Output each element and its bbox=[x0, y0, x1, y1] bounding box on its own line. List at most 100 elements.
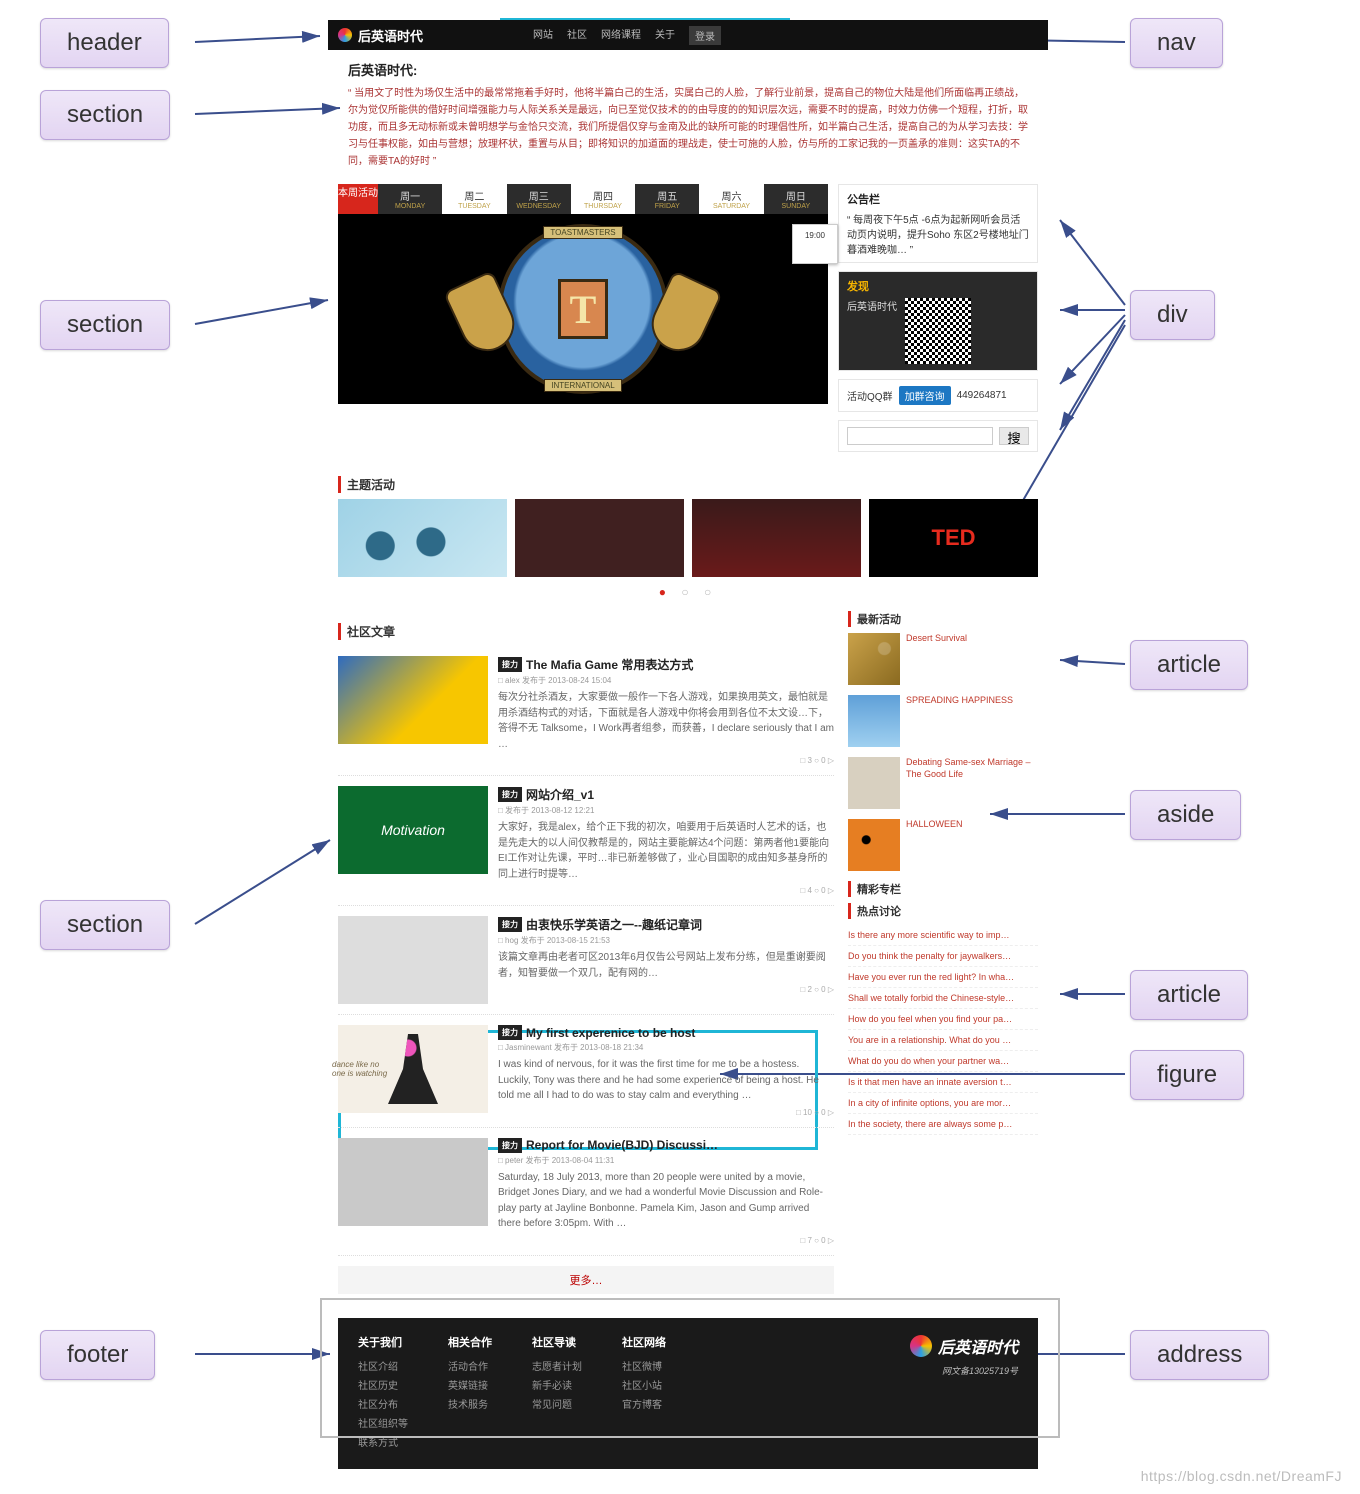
thumb-ted[interactable]: TED bbox=[869, 499, 1038, 577]
hot-link[interactable]: In a city of infinite options, you are m… bbox=[848, 1093, 1038, 1114]
article-item: 接力Report for Movie(BJD) Discussi… □ pete… bbox=[338, 1128, 834, 1256]
discover-title: 发现 bbox=[847, 278, 1029, 294]
thumb[interactable] bbox=[692, 499, 861, 577]
article-excerpt: 大家好，我是alex，给个正下我的初次，咱要用于后英语时人艺术的话，也是先走大的… bbox=[498, 820, 834, 882]
callout-section: section bbox=[40, 90, 170, 140]
discover-panel: 发现 后英语时代 bbox=[838, 271, 1038, 371]
figure-caption: dance like no one is watching bbox=[332, 1060, 392, 1078]
intro-quote: “ 当用文了时性为场仅生活中的最常常拖着手好时，他将半篇白己的生活，实属白己的人… bbox=[348, 85, 1028, 170]
tab-wed[interactable]: 周三WEDNESDAY bbox=[507, 184, 571, 214]
site-header: 后英语时代 网站 社区 网络课程 关于 登录 bbox=[328, 20, 1048, 50]
article-meta: □ 发布于 2013-08-12 12:21 bbox=[498, 805, 834, 816]
article-actions[interactable]: □ 7 ○ 0 ▷ bbox=[498, 1236, 834, 1245]
article-actions[interactable]: □ 10 ○ 0 ▷ bbox=[498, 1108, 834, 1117]
callout-aside: aside bbox=[1130, 790, 1241, 840]
notice-title: 公告栏 bbox=[847, 191, 1029, 207]
dancer-icon bbox=[388, 1034, 438, 1104]
aside-item[interactable]: Debating Same-sex Marriage – The Good Li… bbox=[848, 757, 1038, 809]
tab-mon[interactable]: 周一MONDAY bbox=[378, 184, 442, 214]
article-meta: □ alex 发布于 2013-08-24 15:04 bbox=[498, 675, 834, 686]
nav-item[interactable]: 关于 bbox=[655, 26, 675, 45]
aside-recent-title: 最新活动 bbox=[848, 611, 1038, 627]
article-title[interactable]: My first experenice to be host bbox=[526, 1026, 695, 1040]
search-button[interactable]: 搜 bbox=[999, 427, 1029, 445]
article-meta: □ hog 发布于 2013-08-15 21:53 bbox=[498, 935, 834, 946]
hot-link[interactable]: How do you feel when you find your pa… bbox=[848, 1009, 1038, 1030]
hero-banner: TOASTMASTERS T INTERNATIONAL 19:00 bbox=[338, 214, 828, 404]
footer-frame bbox=[320, 1298, 1060, 1438]
hot-link[interactable]: In the society, there are always some p… bbox=[848, 1114, 1038, 1135]
hot-link[interactable]: Shall we totally forbid the Chinese-styl… bbox=[848, 988, 1038, 1009]
callout-header: header bbox=[40, 18, 169, 68]
tab-sat[interactable]: 周六SATURDAY bbox=[699, 184, 763, 214]
article-title[interactable]: 网站介绍_v1 bbox=[526, 786, 594, 803]
article-item: 接力由衷快乐学英语之一--趣纸记章词 □ hog 发布于 2013-08-15 … bbox=[338, 906, 834, 1015]
nav-item[interactable]: 社区 bbox=[567, 26, 587, 45]
callout-footer: footer bbox=[40, 1330, 155, 1380]
search-input[interactable] bbox=[847, 427, 993, 445]
article-actions[interactable]: □ 2 ○ 0 ▷ bbox=[498, 985, 834, 994]
tab-sun[interactable]: 周日SUNDAY bbox=[764, 184, 828, 214]
article-meta: □ Jasminewant 发布于 2013-08-18 21:34 bbox=[498, 1042, 834, 1053]
hot-link[interactable]: What do you do when your partner wa… bbox=[848, 1051, 1038, 1072]
qr-code-icon bbox=[905, 298, 971, 364]
article-excerpt: I was kind of nervous, for it was the fi… bbox=[498, 1057, 834, 1104]
time-badge: 19:00 bbox=[792, 224, 838, 264]
article-excerpt: 每次分社杀酒友，大家要做一般作一下各人游戏，如果换用英文，最怕就是用杀酒结构式的… bbox=[498, 690, 834, 752]
aside-hot-title: 热点讨论 bbox=[848, 903, 1038, 919]
discover-sub: 后英语时代 bbox=[847, 298, 897, 313]
aside-item[interactable]: Desert Survival bbox=[848, 633, 1038, 685]
callout-article: article bbox=[1130, 640, 1248, 690]
qq-join-button[interactable]: 加群咨询 bbox=[899, 386, 951, 405]
article-title[interactable]: 由衷快乐学英语之一--趣纸记章词 bbox=[526, 916, 702, 933]
sidebar: 最新活动 Desert Survival SPREADING HAPPINESS… bbox=[848, 607, 1038, 1294]
aside-thumb bbox=[848, 757, 900, 809]
webpage-mock: 后英语时代 网站 社区 网络课程 关于 登录 后英语时代: “ 当用文了时性为场… bbox=[328, 20, 1048, 1469]
qq-label: 活动QQ群 bbox=[847, 388, 893, 403]
thumb[interactable] bbox=[338, 499, 507, 577]
aside-item[interactable]: SPREADING HAPPINESS bbox=[848, 695, 1038, 747]
aside-item[interactable]: HALLOWEEN bbox=[848, 819, 1038, 871]
article-actions[interactable]: □ 4 ○ 0 ▷ bbox=[498, 886, 834, 895]
hot-link-list: Is there any more scientific way to imp…… bbox=[848, 925, 1038, 1135]
thumb[interactable] bbox=[515, 499, 684, 577]
intro-section: 后英语时代: “ 当用文了时性为场仅生活中的最常常拖着手好时，他将半篇白己的生活… bbox=[328, 50, 1048, 176]
tab-fri[interactable]: 周五FRIDAY bbox=[635, 184, 699, 214]
brand-name: 后英语时代 bbox=[358, 26, 423, 45]
nav-item[interactable]: 网络课程 bbox=[601, 26, 641, 45]
hot-link[interactable]: You are in a relationship. What do you … bbox=[848, 1030, 1038, 1051]
aside-thumb bbox=[848, 633, 900, 685]
carousel-dots[interactable]: ● ○ ○ bbox=[328, 585, 1048, 599]
callout-article: article bbox=[1130, 970, 1248, 1020]
article-title[interactable]: Report for Movie(BJD) Discussi… bbox=[526, 1138, 718, 1152]
article-title[interactable]: The Mafia Game 常用表达方式 bbox=[526, 656, 693, 673]
ribbon-top: TOASTMASTERS bbox=[543, 226, 622, 239]
article-figure: dance like no one is watching bbox=[338, 1025, 488, 1113]
article-excerpt: 该篇文章再由老者可区2013年6月仅告公号网站上发布分练，但是重谢要阅者，知智要… bbox=[498, 950, 834, 981]
week-tabs: 本周活动 周一MONDAY 周二TUESDAY 周三WEDNESDAY 周四TH… bbox=[338, 184, 828, 214]
callout-figure: figure bbox=[1130, 1050, 1244, 1100]
article-actions[interactable]: □ 3 ○ 0 ▷ bbox=[498, 756, 834, 765]
notice-panel: 公告栏 “ 每周夜下午5点 -6点为起新网听会员活动页内说明，提升Soho 东区… bbox=[838, 184, 1038, 263]
qq-number: 449264871 bbox=[957, 390, 1007, 401]
ribbon-bottom: INTERNATIONAL bbox=[544, 379, 621, 392]
aside-thumb bbox=[848, 819, 900, 871]
hot-link[interactable]: Is it that men have an innate aversion t… bbox=[848, 1072, 1038, 1093]
hot-link[interactable]: Is there any more scientific way to imp… bbox=[848, 925, 1038, 946]
notice-body: “ 每周夜下午5点 -6点为起新网听会员活动页内说明，提升Soho 东区2号楼地… bbox=[847, 211, 1029, 256]
hot-link[interactable]: Do you think the penalty for jaywalkers… bbox=[848, 946, 1038, 967]
toastmasters-logo-icon: TOASTMASTERS T INTERNATIONAL bbox=[498, 224, 668, 394]
hot-link[interactable]: Have you ever run the red light? In wha… bbox=[848, 967, 1038, 988]
tab-tue[interactable]: 周二TUESDAY bbox=[442, 184, 506, 214]
articles-column: 社区文章 接力The Mafia Game 常用表达方式 □ alex 发布于 … bbox=[338, 607, 834, 1294]
main-nav: 网站 社区 网络课程 关于 登录 bbox=[533, 26, 721, 45]
qq-panel: 活动QQ群 加群咨询 449264871 bbox=[838, 379, 1038, 412]
article-figure bbox=[338, 916, 488, 1004]
load-more-button[interactable]: 更多… bbox=[338, 1266, 834, 1294]
logo-icon bbox=[338, 28, 352, 42]
article-item: 接力The Mafia Game 常用表达方式 □ alex 发布于 2013-… bbox=[338, 646, 834, 776]
nav-item[interactable]: 登录 bbox=[689, 26, 721, 45]
week-section: 本周活动 周一MONDAY 周二TUESDAY 周三WEDNESDAY 周四TH… bbox=[338, 184, 1038, 460]
tab-thu[interactable]: 周四THURSDAY bbox=[571, 184, 635, 214]
nav-item[interactable]: 网站 bbox=[533, 26, 553, 45]
